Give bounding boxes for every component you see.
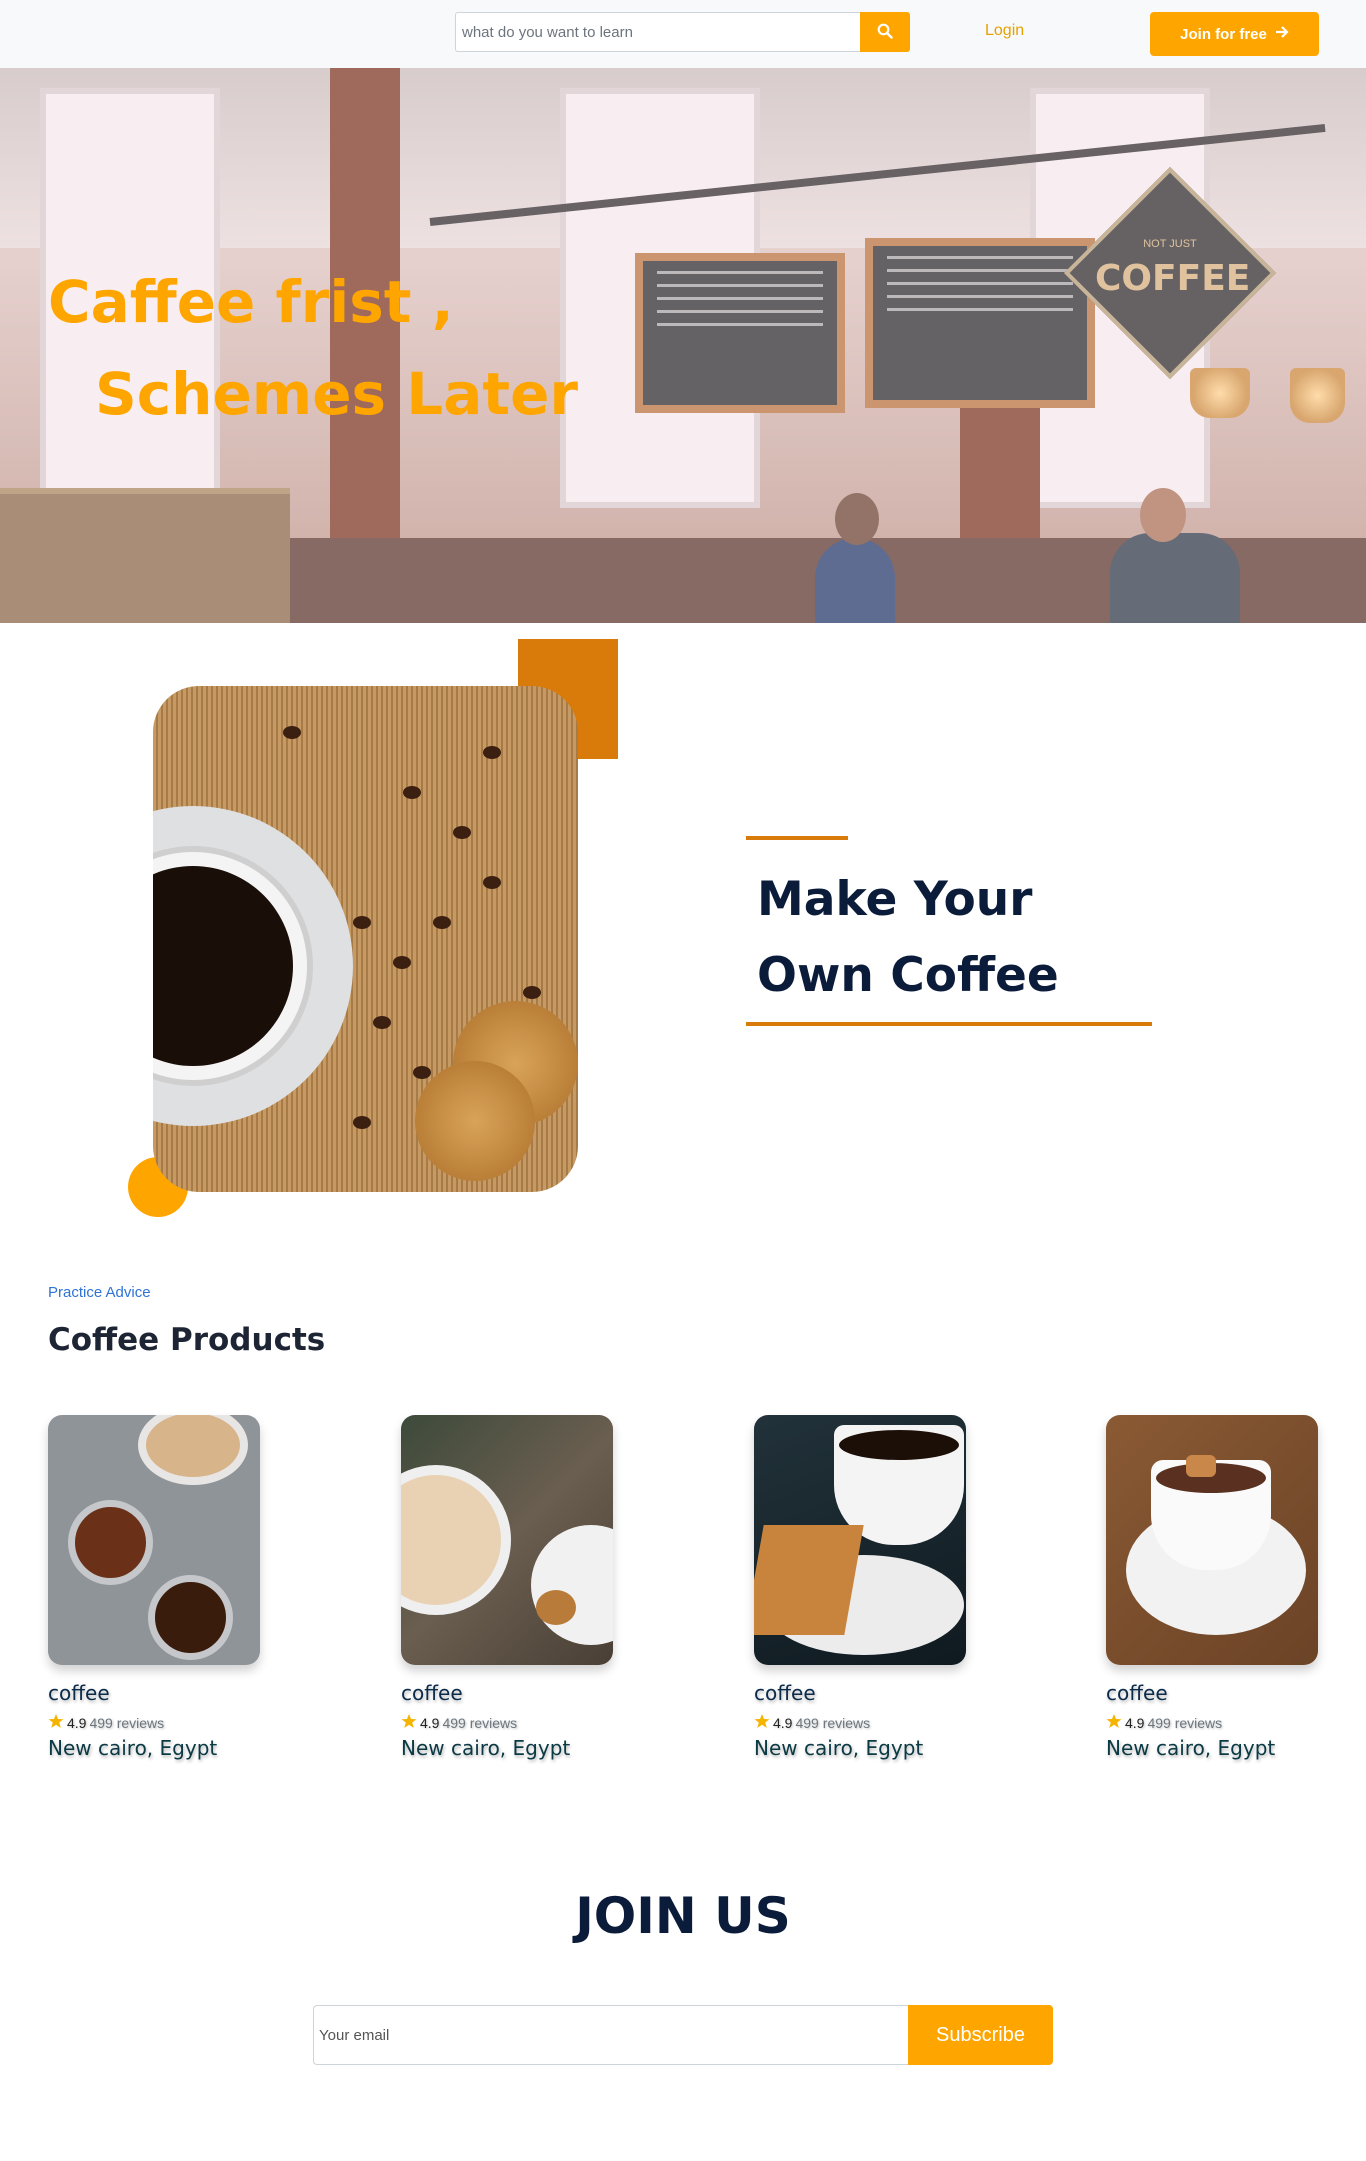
coffee-bean bbox=[483, 746, 501, 759]
navbar: Login Join for free bbox=[0, 0, 1366, 68]
arrow-right-icon bbox=[1275, 25, 1289, 43]
login-link[interactable]: Login bbox=[985, 22, 1024, 40]
product-location: New cairo, Egypt bbox=[754, 1736, 924, 1760]
join-title: JOIN US bbox=[575, 1887, 791, 1945]
about-accent-line bbox=[746, 836, 848, 840]
star-icon bbox=[754, 1713, 770, 1732]
product-card[interactable]: coffee 4.9 499 reviews New cairo, Egypt bbox=[754, 1415, 966, 1760]
product-name: coffee bbox=[48, 1681, 110, 1705]
hero-title-line-2: Schemes Later bbox=[95, 360, 579, 428]
coffee-bean bbox=[403, 786, 421, 799]
coffee-bean bbox=[353, 1116, 371, 1129]
star-icon bbox=[1106, 1713, 1122, 1732]
hero-overlay bbox=[0, 68, 1366, 623]
coffee-bean bbox=[353, 916, 371, 929]
coffee-bean bbox=[373, 1016, 391, 1029]
star-icon bbox=[401, 1713, 417, 1732]
products-eyebrow: Practice Advice bbox=[48, 1284, 151, 1301]
rating-value: 4.9 bbox=[773, 1714, 793, 1731]
rating-value: 4.9 bbox=[67, 1714, 87, 1731]
rating-reviews: 499 reviews bbox=[89, 1714, 165, 1731]
product-card[interactable]: coffee 4.9 499 reviews New cairo, Egypt bbox=[1106, 1415, 1318, 1760]
coffee-bean bbox=[283, 726, 301, 739]
search-bar bbox=[455, 12, 910, 52]
email-input[interactable] bbox=[313, 2005, 908, 2065]
coffee-bean bbox=[393, 956, 411, 969]
product-location: New cairo, Egypt bbox=[401, 1736, 571, 1760]
rating-value: 4.9 bbox=[420, 1714, 440, 1731]
search-button[interactable] bbox=[860, 12, 910, 52]
product-image bbox=[1106, 1415, 1318, 1665]
products-title: Coffee Products bbox=[48, 1322, 326, 1358]
about-title: Make Your Own Coffee bbox=[757, 872, 1059, 1003]
coffee-bean bbox=[523, 986, 541, 999]
product-image bbox=[401, 1415, 613, 1665]
about-underline bbox=[746, 1022, 1152, 1026]
coffee-bean bbox=[413, 1066, 431, 1079]
star-icon bbox=[48, 1713, 64, 1732]
product-rating: 4.9 499 reviews bbox=[48, 1713, 260, 1732]
hero-title-line-1: Caffee frist , bbox=[48, 268, 454, 336]
rating-reviews: 499 reviews bbox=[1147, 1714, 1223, 1731]
product-rating: 4.9 499 reviews bbox=[1106, 1713, 1318, 1732]
subscribe-form: Subscribe bbox=[313, 2005, 1053, 2065]
subscribe-button[interactable]: Subscribe bbox=[908, 2005, 1053, 2065]
product-rating: 4.9 499 reviews bbox=[754, 1713, 966, 1732]
product-name: coffee bbox=[754, 1681, 816, 1705]
rating-reviews: 499 reviews bbox=[442, 1714, 518, 1731]
coffee-bean bbox=[483, 876, 501, 889]
product-image bbox=[48, 1415, 260, 1665]
product-name: coffee bbox=[401, 1681, 463, 1705]
product-location: New cairo, Egypt bbox=[1106, 1736, 1276, 1760]
rating-reviews: 499 reviews bbox=[795, 1714, 871, 1731]
product-card[interactable]: coffee 4.9 499 reviews New cairo, Egypt bbox=[48, 1415, 260, 1760]
hero-banner: NOT JUST COFFEE Caffee frist , Schemes L… bbox=[0, 68, 1366, 623]
product-card[interactable]: coffee 4.9 499 reviews New cairo, Egypt bbox=[401, 1415, 613, 1760]
join-button-label: Join for free bbox=[1180, 25, 1267, 43]
product-location: New cairo, Egypt bbox=[48, 1736, 218, 1760]
coffee-beans-photo bbox=[153, 686, 578, 1192]
search-icon bbox=[877, 23, 893, 42]
product-rating: 4.9 499 reviews bbox=[401, 1713, 613, 1732]
rating-value: 4.9 bbox=[1125, 1714, 1145, 1731]
join-for-free-button[interactable]: Join for free bbox=[1150, 12, 1319, 56]
coffee-bean bbox=[433, 916, 451, 929]
search-input[interactable] bbox=[455, 12, 860, 52]
product-name: coffee bbox=[1106, 1681, 1168, 1705]
product-image bbox=[754, 1415, 966, 1665]
coffee-bean bbox=[453, 826, 471, 839]
cookie bbox=[415, 1061, 535, 1181]
